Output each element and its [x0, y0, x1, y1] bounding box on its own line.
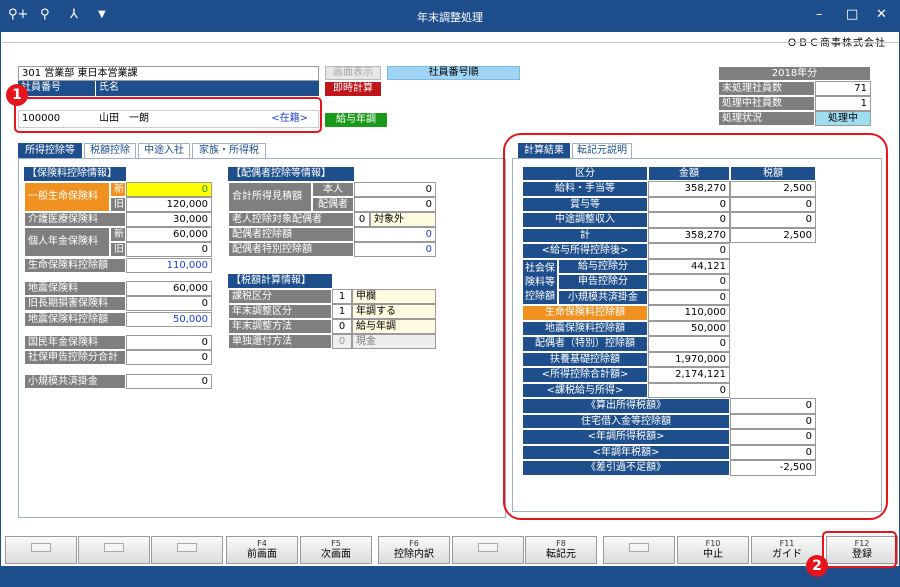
header-divider: [2, 42, 898, 43]
adjust-category-label: 年末調整区分: [228, 304, 332, 319]
general-old-input[interactable]: 120,000: [126, 197, 212, 212]
processing-label: 処理中社員数: [718, 96, 815, 111]
small-biz-label: 小規模共済掛金: [24, 374, 126, 389]
spouse-income-input[interactable]: 0: [354, 197, 436, 212]
annotation-box-employee: [14, 97, 322, 133]
long-term-input[interactable]: 0: [126, 296, 212, 311]
adjust-category-code[interactable]: 1: [332, 304, 352, 319]
minimize-icon[interactable]: –: [816, 7, 823, 23]
unprocessed-label: 未処理社員数: [718, 81, 815, 96]
spouse-special-label: 配偶者特別控除額: [228, 242, 354, 257]
elderly-text: 対象外: [370, 212, 436, 227]
tab-family-income-tax[interactable]: 家族・所得税: [192, 143, 266, 158]
social-total-label: 社保申告控除分合計: [24, 350, 126, 365]
f6-deduction-detail-button[interactable]: F6 控除内訳: [378, 536, 450, 564]
annotation-marker-2: 2: [806, 555, 828, 577]
fkey-blank-9[interactable]: [603, 536, 675, 564]
pension-new-label: 新: [110, 227, 126, 242]
adjust-method-text: 給与年調: [352, 319, 436, 334]
earthquake-label: 地震保険料: [24, 281, 126, 296]
instant-calc-button[interactable]: 即時計算: [325, 82, 381, 96]
tax-category-code[interactable]: 1: [332, 289, 352, 304]
f10-cancel-button[interactable]: F10 中止: [677, 536, 749, 564]
year-label: 2018年分: [718, 66, 871, 81]
screen-display-button[interactable]: 画面表示: [325, 66, 381, 80]
spouse-deduction-label: 配偶者控除額: [228, 227, 354, 242]
window-title: 年末調整処理: [417, 11, 483, 24]
tax-category-text: 甲欄: [352, 289, 436, 304]
f5-next-screen-button[interactable]: F5 次画面: [300, 536, 372, 564]
adjust-method-label: 年末調整方法: [228, 319, 332, 334]
refund-method-text: 現金: [352, 334, 436, 349]
fkey-blank-2[interactable]: [78, 536, 150, 564]
national-pension-input[interactable]: 0: [126, 335, 212, 350]
fkey-blank-1[interactable]: [5, 536, 77, 564]
employee-order-button[interactable]: 社員番号順: [387, 66, 520, 80]
nursing-label: 介護医療保険料: [24, 212, 126, 227]
general-new-label: 新: [110, 182, 126, 197]
social-total-value: 0: [126, 350, 212, 365]
adjust-category-text: 年調する: [352, 304, 436, 319]
annotation-marker-1: 1: [6, 84, 28, 106]
tab-tax-credit[interactable]: 税額控除: [84, 143, 136, 158]
self-income-input[interactable]: 0: [354, 182, 436, 197]
employee-name-header: 氏名: [96, 81, 319, 96]
department-field: 301 営業部 東日本営業課: [18, 66, 319, 81]
spouse-title: 【配偶者控除等情報】: [228, 167, 354, 181]
self-label: 本人: [312, 182, 354, 197]
life-deduction-label: 生命保険料控除額: [24, 258, 126, 273]
maximize-icon[interactable]: □: [846, 7, 858, 23]
status-value: 処理中: [815, 111, 871, 126]
total-income-label: 合計所得見積額: [228, 182, 312, 212]
close-icon[interactable]: ✕: [876, 7, 887, 23]
elderly-code[interactable]: 0: [354, 212, 370, 227]
salary-adjust-button[interactable]: 給与年調: [325, 113, 387, 127]
earthquake-input[interactable]: 60,000: [126, 281, 212, 296]
long-term-label: 旧長期損害保険料: [24, 296, 126, 311]
adjust-method-code[interactable]: 0: [332, 319, 352, 334]
annotation-box-register: [822, 531, 897, 568]
tab-mid-year-hire[interactable]: 中途入社: [138, 143, 190, 158]
spouse-label: 配偶者: [312, 197, 354, 212]
tab-income-deduction[interactable]: 所得控除等: [18, 143, 82, 158]
title-bar: ⚲+ ⚲ ⅄ ▼ 年末調整処理 – □ ✕: [0, 0, 900, 32]
spouse-deduction-value: 0: [354, 227, 436, 242]
unprocessed-count: 71: [815, 81, 871, 96]
general-new-input[interactable]: 0: [126, 182, 212, 197]
refund-method-label: 単独還付方法: [228, 334, 332, 349]
nursing-input[interactable]: 30,000: [126, 212, 212, 227]
f4-prev-screen-button[interactable]: F4 前画面: [226, 536, 298, 564]
pension-new-input[interactable]: 60,000: [126, 227, 212, 242]
insurance-title: 【保険料控除情報】: [24, 167, 126, 181]
spouse-special-value: 0: [354, 242, 436, 257]
fkey-blank-7[interactable]: [452, 536, 524, 564]
status-bar: [0, 566, 900, 587]
status-label: 処理状況: [718, 111, 815, 126]
f8-transfer-source-button[interactable]: F8 転記元: [525, 536, 597, 564]
general-old-label: 旧: [110, 197, 126, 212]
earthquake-deduction-value: 50,000: [126, 312, 212, 327]
pension-label: 個人年金保険料: [24, 227, 110, 257]
earthquake-deduction-label: 地震保険料控除額: [24, 312, 126, 327]
tax-calc-title: 【税額計算情報】: [228, 274, 332, 288]
national-pension-label: 国民年金保険料: [24, 335, 126, 350]
tax-category-label: 課税区分: [228, 289, 332, 304]
refund-method-code: 0: [332, 334, 352, 349]
small-biz-input[interactable]: 0: [126, 374, 212, 389]
elderly-spouse-label: 老人控除対象配偶者: [228, 212, 354, 227]
general-life-label: 一般生命保険料: [24, 182, 110, 212]
processing-count: 1: [815, 96, 871, 111]
life-deduction-value: 110,000: [126, 258, 212, 273]
fkey-blank-3[interactable]: [151, 536, 223, 564]
pension-old-label: 旧: [110, 242, 126, 257]
employee-id-header: 社員番号: [18, 81, 95, 96]
annotation-box-result: [503, 133, 888, 520]
pension-old-input[interactable]: 0: [126, 242, 212, 257]
